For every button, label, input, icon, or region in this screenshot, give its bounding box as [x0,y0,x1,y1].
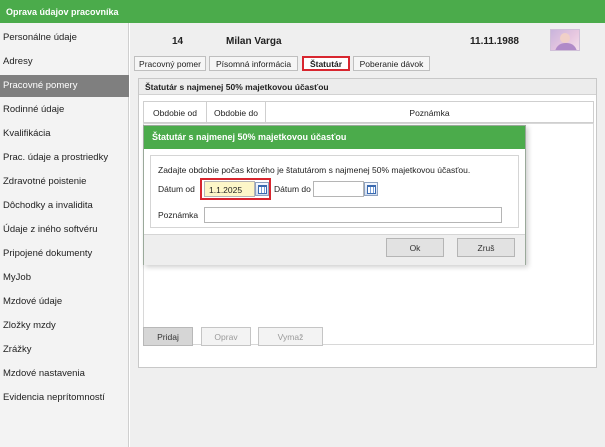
note-label: Poznámka [158,210,199,220]
dialog-footer: Ok Zruš [144,234,525,265]
date-from-highlight-box [200,178,271,200]
sidebar-item-zlozky-mzdy[interactable]: Zložky mzdy [0,315,129,337]
date-to-label: Dátum do [274,184,311,194]
column-header-poznamka[interactable]: Poznámka [265,101,594,123]
panel-title: Štatutár s najmenej 50% majetkovou účasť… [139,79,596,95]
date-to-input[interactable] [313,181,364,197]
sidebar-item-myjob[interactable]: MyJob [0,267,129,289]
sidebar-item-prac-udaje[interactable]: Prac. údaje a prostriedky [0,147,129,169]
delete-button[interactable]: Vymaž [258,327,323,346]
avatar [550,29,580,51]
cancel-button[interactable]: Zruš [457,238,515,257]
dialog-title: Štatutár s najmenej 50% majetkovou účasť… [144,126,525,149]
sidebar-item-evidencia-nepritomnosti[interactable]: Evidencia neprítomností [0,387,129,409]
column-header-obdobie-do[interactable]: Obdobie do [206,101,266,123]
sidebar-item-mzdove-udaje[interactable]: Mzdové údaje [0,291,129,313]
tab-poberanie-davok[interactable]: Poberanie dávok [353,56,430,71]
tab-pisomna-informacia[interactable]: Písomná informácia [209,56,298,71]
window-title: Oprava údajov pracovníka [0,0,605,23]
dialog-instruction: Zadajte obdobie počas ktorého je štatutá… [158,165,471,175]
sidebar-item-mzdove-nastavenia[interactable]: Mzdové nastavenia [0,363,129,385]
sidebar-item-zdravotne-poistenie[interactable]: Zdravotné poistenie [0,171,129,193]
column-header-obdobie-od[interactable]: Obdobie od [143,101,207,123]
employee-date: 11.11.1988 [470,36,519,47]
tab-pracovny-pomer[interactable]: Pracovný pomer [134,56,206,71]
dialog-form: Zadajte obdobie počas ktorého je štatutá… [150,155,519,228]
sidebar-item-kvalifikacia[interactable]: Kvalifikácia [0,123,129,145]
sidebar-item-dochodky[interactable]: Dôchodky a invalidita [0,195,129,217]
date-from-label: Dátum od [158,184,195,194]
tab-statutar[interactable]: Štatutár [302,56,350,71]
note-input[interactable] [204,207,502,223]
sidebar-item-udaje-z-ineho-softveru[interactable]: Údaje z iného softvéru [0,219,129,241]
employee-id: 14 [172,36,184,47]
ok-button[interactable]: Ok [386,238,444,257]
sidebar-item-personalne-udaje[interactable]: Personálne údaje [0,27,129,49]
sidebar: Personálne údaje Adresy Pracovné pomery … [0,23,129,447]
edit-button[interactable]: Oprav [201,327,251,346]
sidebar-item-rodinne-udaje[interactable]: Rodinné údaje [0,99,129,121]
sidebar-item-pripojene-dokumenty[interactable]: Pripojené dokumenty [0,243,129,265]
sidebar-item-adresy[interactable]: Adresy [0,51,129,73]
date-to-calendar-icon[interactable] [364,182,378,196]
add-button[interactable]: Pridaj [143,327,193,346]
statutar-dialog: Štatutár s najmenej 50% majetkovou účasť… [143,125,526,265]
sidebar-item-pracovne-pomery[interactable]: Pracovné pomery [0,75,129,97]
employee-name: Milan Varga [226,36,282,47]
sidebar-item-zrazky[interactable]: Zrážky [0,339,129,361]
